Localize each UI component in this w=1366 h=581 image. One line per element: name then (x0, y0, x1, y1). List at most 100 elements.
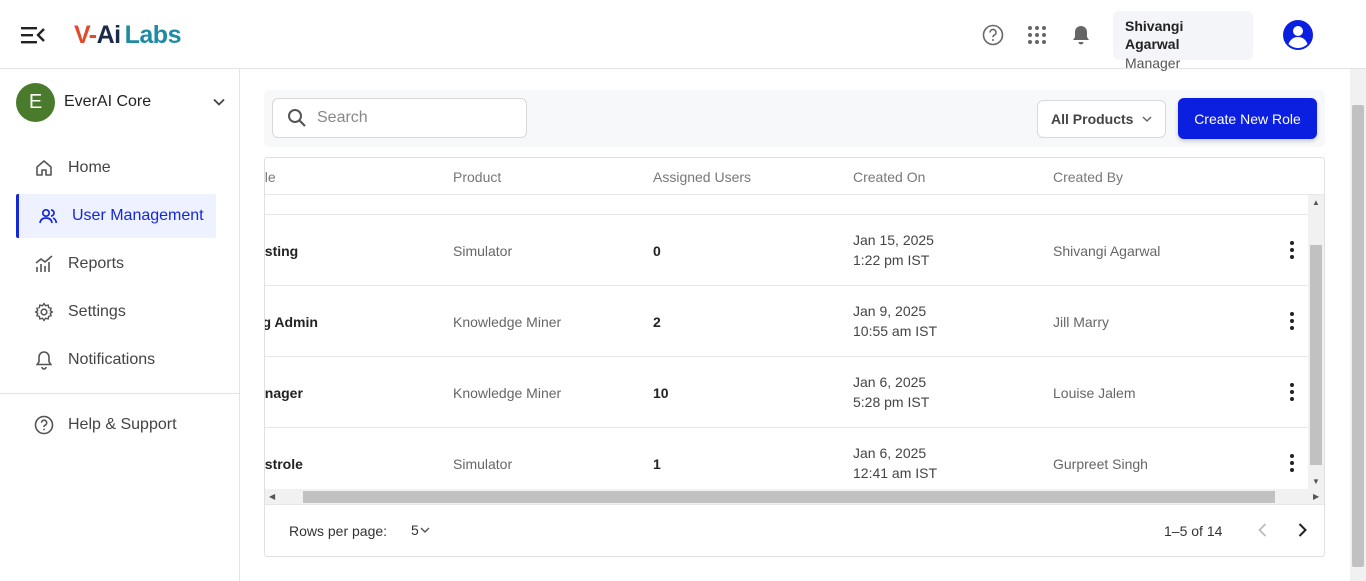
more-options-icon[interactable] (1283, 381, 1301, 403)
table-row[interactable]: anager Knowledge Miner 10 Jan 6, 2025 5:… (265, 357, 1308, 428)
sidebar-item-notifications[interactable]: Notifications (16, 338, 216, 382)
user-menu[interactable]: Shivangi Agarwal Manager (1113, 11, 1253, 71)
home-icon (36, 160, 52, 176)
create-new-role-button[interactable]: Create New Role (1178, 98, 1317, 139)
chart-icon (35, 255, 53, 272)
sidebar-item-help-support[interactable]: Help & Support (16, 403, 216, 447)
table-row[interactable]: estrole Simulator 1 Jan 6, 2025 12:41 am… (265, 428, 1308, 489)
sidebar-item-settings[interactable]: Settings (16, 290, 216, 334)
scrollbar-thumb[interactable] (1310, 245, 1322, 465)
sidebar-item-label: Home (68, 159, 111, 176)
table-body: esting Simulator 0 Jan 15, 2025 1:22 pm … (265, 195, 1308, 489)
product-name: Knowledge Miner (453, 385, 562, 401)
rows-per-page-label: Rows per page: (289, 523, 388, 539)
column-header-role[interactable]: ole (265, 169, 276, 185)
created-time: 10:55 am IST (853, 323, 938, 339)
created-date: Jan 6, 2025 (853, 445, 927, 461)
product-name: Simulator (453, 456, 513, 472)
bell-icon[interactable] (1070, 24, 1092, 46)
scroll-up-arrow-icon[interactable]: ▲ (1312, 198, 1320, 207)
sidebar: E EverAI Core Home User Management Repor… (0, 69, 240, 581)
scrollbar-thumb[interactable] (1352, 105, 1364, 567)
org-avatar: E (16, 82, 55, 122)
sidebar-item-reports[interactable]: Reports (16, 242, 216, 286)
chevron-down-icon (213, 98, 225, 106)
sidebar-item-label: Help & Support (68, 416, 177, 433)
rows-per-page-select[interactable]: 5 (411, 522, 431, 538)
created-by: Louise Jalem (1053, 385, 1136, 401)
product-filter-label: All Products (1051, 111, 1134, 127)
roles-table: ole Product Assigned Users Created On Cr… (264, 157, 1325, 557)
role-name: rg Admin (265, 314, 318, 330)
scroll-right-arrow-icon[interactable]: ▶ (1313, 492, 1319, 501)
created-date: Jan 15, 2025 (853, 232, 934, 248)
created-on: Jan 6, 2025 12:41 am IST (853, 443, 937, 483)
page-vertical-scrollbar[interactable] (1350, 69, 1366, 581)
search-icon (288, 109, 306, 127)
column-header-assigned-users[interactable]: Assigned Users (653, 169, 751, 185)
help-icon[interactable] (982, 24, 1004, 46)
created-time: 1:22 pm IST (853, 252, 930, 268)
column-header-created-by[interactable]: Created By (1053, 169, 1123, 185)
table-row[interactable]: esting Simulator 0 Jan 15, 2025 1:22 pm … (265, 215, 1308, 286)
app-logo[interactable]: V- Ai Labs (74, 18, 181, 52)
scrollbar-thumb[interactable] (303, 491, 1275, 503)
previous-page-icon[interactable] (1253, 520, 1273, 540)
created-on: Jan 15, 2025 1:22 pm IST (853, 230, 934, 270)
chevron-down-icon (1142, 116, 1152, 123)
help-circle-icon (34, 415, 54, 435)
user-avatar-icon[interactable] (1282, 19, 1314, 51)
product-filter-select[interactable]: All Products (1037, 100, 1166, 138)
table-row[interactable]: rg Admin Knowledge Miner 2 Jan 9, 2025 1… (265, 286, 1308, 357)
logo-ai: Ai (96, 20, 122, 49)
scroll-left-arrow-icon[interactable]: ◀ (269, 492, 275, 501)
sidebar-item-user-management[interactable]: User Management (16, 194, 216, 238)
created-time: 12:41 am IST (853, 465, 938, 481)
scroll-down-arrow-icon[interactable]: ▼ (1312, 477, 1320, 486)
sidebar-divider (0, 393, 239, 394)
sidebar-item-home[interactable]: Home (16, 146, 216, 190)
rows-per-page-value: 5 (411, 522, 419, 538)
created-date: Jan 9, 2025 (853, 303, 927, 319)
role-name: esting (265, 243, 299, 259)
created-on: Jan 9, 2025 10:55 am IST (853, 301, 937, 341)
column-header-created-on[interactable]: Created On (853, 169, 925, 185)
column-header-product[interactable]: Product (453, 169, 501, 185)
created-on: Jan 6, 2025 5:28 pm IST (853, 372, 929, 412)
chevron-down-icon (420, 527, 430, 533)
search-input[interactable] (317, 109, 517, 127)
sidebar-item-label: Notifications (68, 351, 156, 368)
product-name: Simulator (453, 243, 513, 259)
created-by: Jill Marry (1053, 314, 1109, 330)
org-switcher[interactable]: E EverAI Core (16, 82, 226, 122)
sidebar-item-label: Settings (68, 303, 126, 320)
user-name: Shivangi Agarwal (1125, 18, 1184, 52)
table-toolbar: All Products Create New Role (264, 90, 1325, 147)
next-page-icon[interactable] (1292, 520, 1312, 540)
table-row-partial (265, 195, 1308, 215)
logo-v: V- (74, 20, 97, 49)
created-time: 5:28 pm IST (853, 394, 930, 410)
table-pagination: Rows per page: 5 1–5 of 14 (265, 506, 1324, 556)
search-box[interactable] (272, 98, 527, 138)
gear-icon (34, 302, 54, 322)
product-name: Knowledge Miner (453, 314, 562, 330)
more-options-icon[interactable] (1283, 239, 1301, 261)
apps-grid-icon[interactable] (1026, 24, 1048, 46)
more-options-icon[interactable] (1283, 452, 1301, 474)
bell-icon (35, 351, 53, 370)
table-horizontal-scrollbar[interactable]: ◀ ▶ (265, 489, 1324, 505)
more-options-icon[interactable] (1283, 310, 1301, 332)
org-name: EverAI Core (64, 93, 152, 110)
sidebar-item-label: Reports (68, 255, 125, 272)
menu-collapse-icon[interactable] (20, 24, 46, 46)
sidebar-item-label: User Management (72, 207, 204, 224)
role-name: estrole (265, 456, 303, 472)
table-header: ole Product Assigned Users Created On Cr… (265, 158, 1324, 195)
table-vertical-scrollbar[interactable]: ▲ ▼ (1308, 195, 1324, 489)
created-by: Gurpreet Singh (1053, 456, 1148, 472)
role-name: anager (265, 385, 303, 401)
pagination-range: 1–5 of 14 (1164, 523, 1223, 539)
assigned-users-count: 0 (653, 243, 661, 259)
user-role: Manager (1125, 55, 1181, 71)
